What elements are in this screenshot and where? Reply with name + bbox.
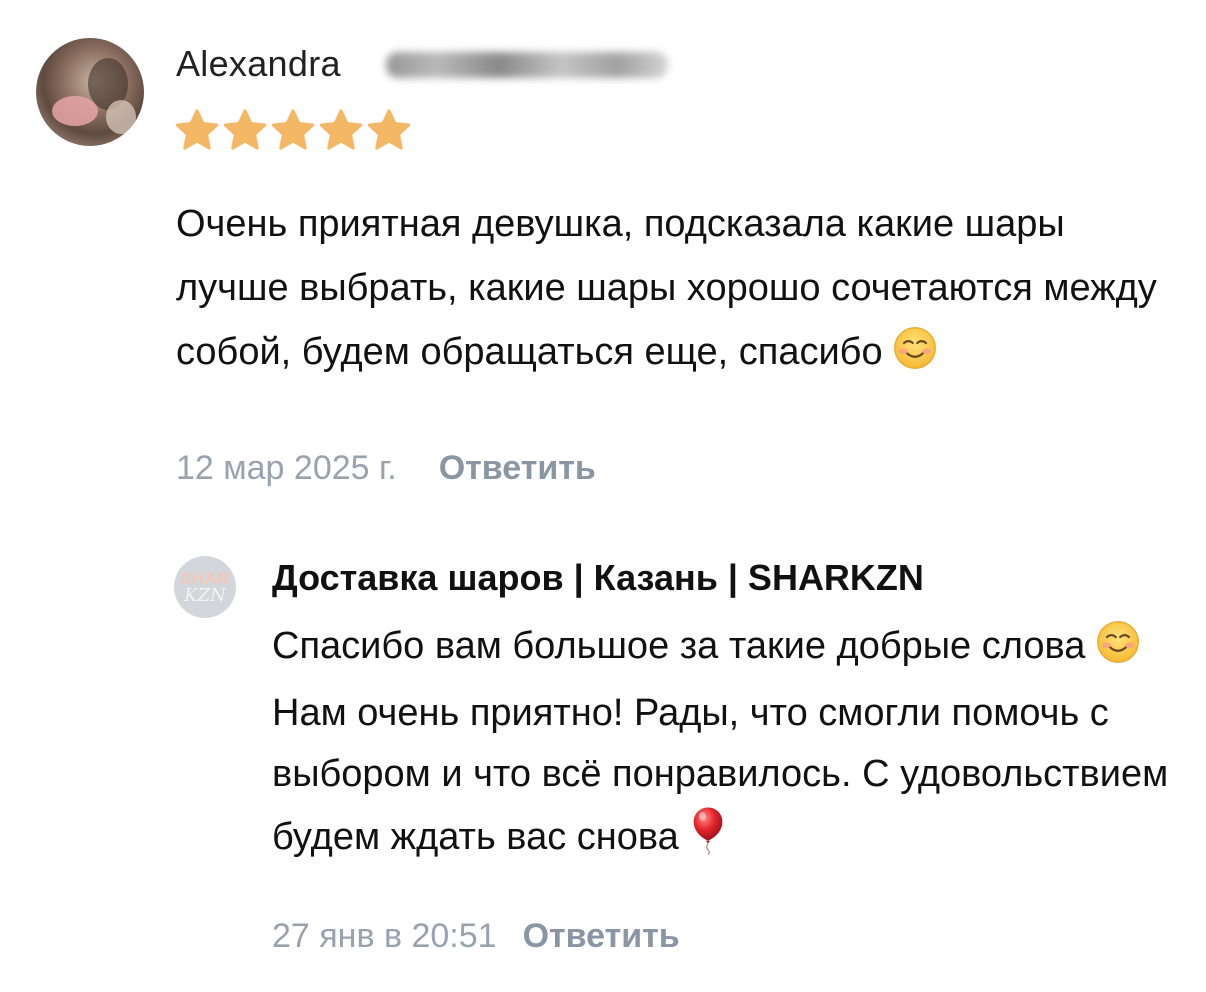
- smiling-face-emoji-icon: [1096, 620, 1140, 683]
- business-logo-text-bottom: KZN: [184, 585, 226, 606]
- review-text: Очень приятная девушка, подсказала какие…: [176, 203, 1157, 373]
- smiling-face-emoji-icon: [893, 326, 937, 390]
- star-icon: [175, 109, 219, 150]
- review-date: 12 мар 2025 г.: [176, 449, 397, 487]
- owner-reply-meta: 27 янв в 20:51 Ответить: [272, 912, 680, 960]
- owner-reply-reply-button[interactable]: Ответить: [523, 912, 680, 960]
- owner-reply-text-block: Спасибо вам большое за такие добрые слов…: [272, 616, 1172, 874]
- reviewer-name[interactable]: Alexandra: [176, 40, 341, 88]
- star-icon: [367, 109, 411, 150]
- reviewer-avatar[interactable]: [36, 38, 144, 146]
- business-name[interactable]: Доставка шаров | Казань | SHARKZN: [272, 554, 924, 602]
- star-icon: [271, 109, 315, 150]
- star-icon: [223, 109, 267, 150]
- rating-stars: [174, 108, 412, 152]
- review-reply-button[interactable]: Ответить: [439, 444, 596, 492]
- red-balloon-emoji-icon: [689, 805, 727, 874]
- business-avatar[interactable]: SHAR KZN: [174, 556, 236, 618]
- reviewer-surname-redacted: [386, 52, 668, 78]
- star-icon: [319, 109, 363, 150]
- review-text-block: Очень приятная девушка, подсказала какие…: [176, 192, 1166, 390]
- owner-reply-text-part1: Спасибо вам большое за такие добрые слов…: [272, 625, 1086, 667]
- owner-reply-date: 27 янв в 20:51: [272, 917, 497, 955]
- review-meta: 12 мар 2025 г. Ответить: [176, 444, 596, 492]
